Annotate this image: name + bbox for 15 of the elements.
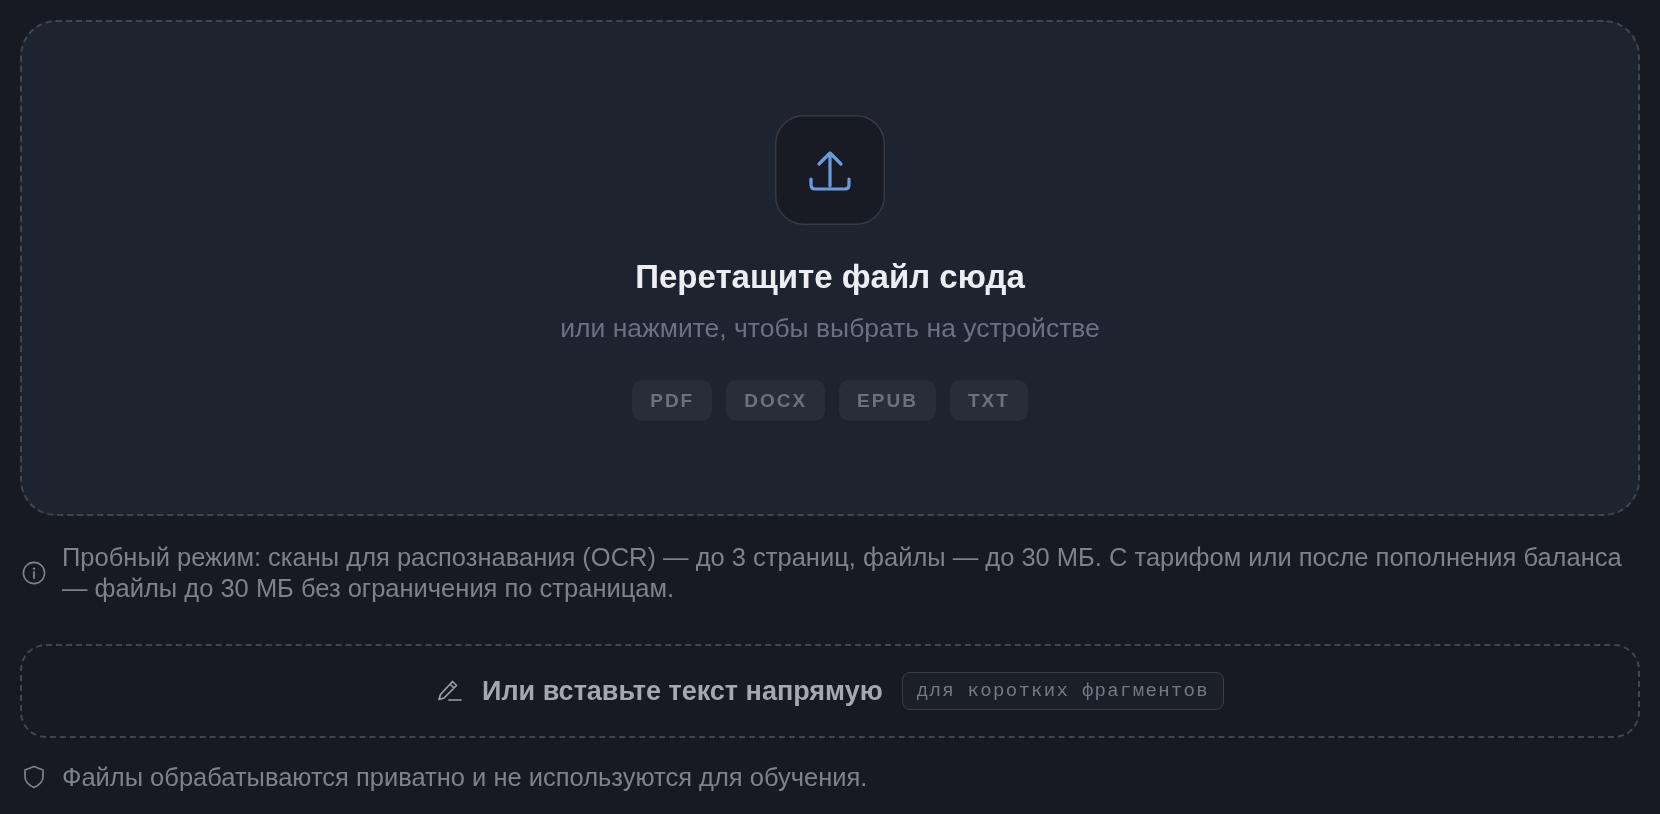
format-tag: EPUB [839, 380, 936, 421]
privacy-note: Файлы обрабатываются приватно и не используются для обучения. [62, 762, 868, 792]
upload-dropzone[interactable]: Перетащите файл сюда или нажмите, чтобы выбрать на устройстве PDF DOCX EPUB TXT [20, 20, 1640, 516]
dropzone-subtitle: или нажмите, чтобы выбрать на устройстве [560, 312, 1100, 344]
paste-text-button[interactable]: Или вставьте текст напрямую для коротких фрагментов [20, 644, 1640, 738]
format-tag: TXT [949, 380, 1028, 421]
upload-icon [775, 115, 885, 225]
info-icon [22, 561, 46, 585]
format-tag: PDF [632, 380, 713, 421]
shield-icon [23, 765, 45, 789]
dropzone-title: Перетащите файл сюда [635, 257, 1025, 297]
format-tag: DOCX [726, 380, 826, 421]
pencil-icon [436, 679, 463, 703]
hint-badge: для коротких фрагментов [901, 672, 1224, 710]
trial-notice-text: Пробный режим: сканы для распознавания (OCR) — до 3 страниц, файлы — до 30 МБ. С тарифом или после пополнения баланса — файлы до 30 МБ без ограничения по страницам. [62, 542, 1623, 604]
